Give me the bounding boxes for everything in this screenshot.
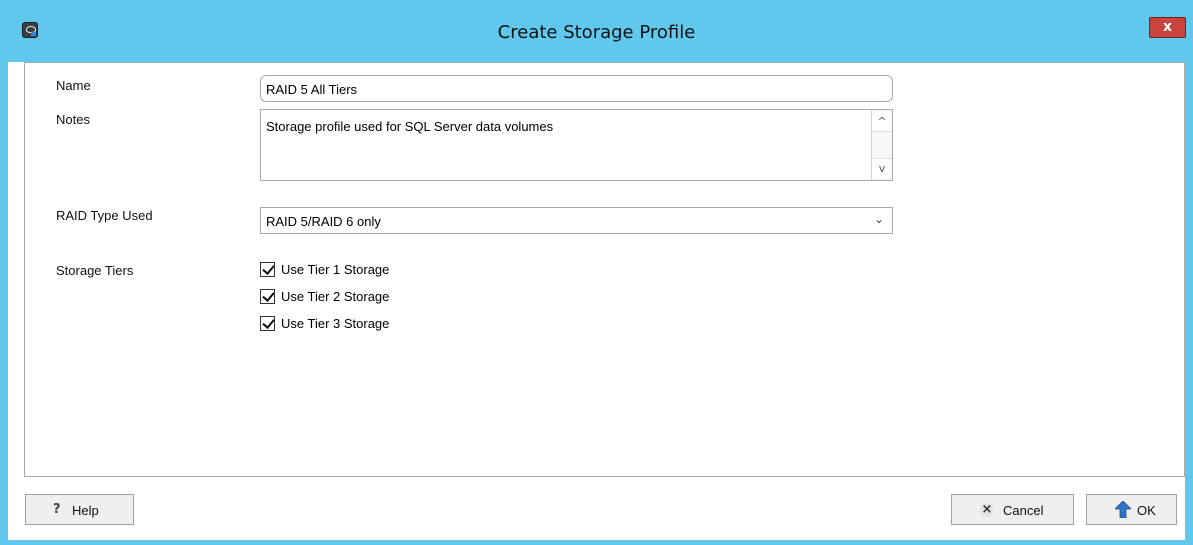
tier-1-label[interactable]: Use Tier 1 Storage <box>281 262 389 277</box>
scroll-down-icon[interactable]: v <box>872 158 892 178</box>
scroll-up-icon[interactable]: ^ <box>872 112 892 132</box>
chevron-down-icon: ⌄ <box>873 212 884 226</box>
form-panel: Name RAID 5 All Tiers Notes Storage prof… <box>24 62 1185 477</box>
notes-textarea[interactable]: Storage profile used for SQL Server data… <box>260 109 893 181</box>
ok-button-label: OK <box>1137 503 1156 518</box>
notes-text: Storage profile used for SQL Server data… <box>266 119 554 134</box>
dialog-client-area: Name RAID 5 All Tiers Notes Storage prof… <box>8 62 1185 540</box>
tier-2-checkbox[interactable] <box>260 289 275 304</box>
window-title: Create Storage Profile <box>497 22 696 43</box>
dialog-window: Create Storage Profile x Name RAID 5 All… <box>0 0 1193 545</box>
notes-scrollbar[interactable]: ^ v <box>871 110 892 180</box>
raid-type-label: RAID Type Used <box>56 208 153 223</box>
cancel-button-label: Cancel <box>1003 503 1044 518</box>
raid-type-value: RAID 5/RAID 6 only <box>266 214 381 229</box>
help-button[interactable]: ? Help <box>25 494 134 525</box>
tier-2-label[interactable]: Use Tier 2 Storage <box>281 289 389 304</box>
ok-button[interactable]: OK <box>1086 494 1177 525</box>
title-bar: Create Storage Profile x <box>0 0 1193 62</box>
cancel-button[interactable]: × Cancel <box>951 494 1074 525</box>
tier-1-checkbox[interactable] <box>260 262 275 277</box>
raid-type-select[interactable]: RAID 5/RAID 6 only ⌄ <box>260 207 893 234</box>
close-button[interactable]: x <box>1149 17 1186 38</box>
question-mark-icon: ? <box>53 502 61 517</box>
tier-3-label[interactable]: Use Tier 3 Storage <box>281 316 389 331</box>
help-button-label: Help <box>72 503 99 518</box>
tier-3-checkbox[interactable] <box>260 316 275 331</box>
x-circle-icon: × <box>980 502 994 517</box>
name-label: Name <box>56 78 91 93</box>
name-field[interactable]: RAID 5 All Tiers <box>260 75 893 102</box>
storage-tiers-label: Storage Tiers <box>56 263 134 278</box>
up-arrow-icon <box>1115 501 1131 518</box>
notes-label: Notes <box>56 112 90 127</box>
